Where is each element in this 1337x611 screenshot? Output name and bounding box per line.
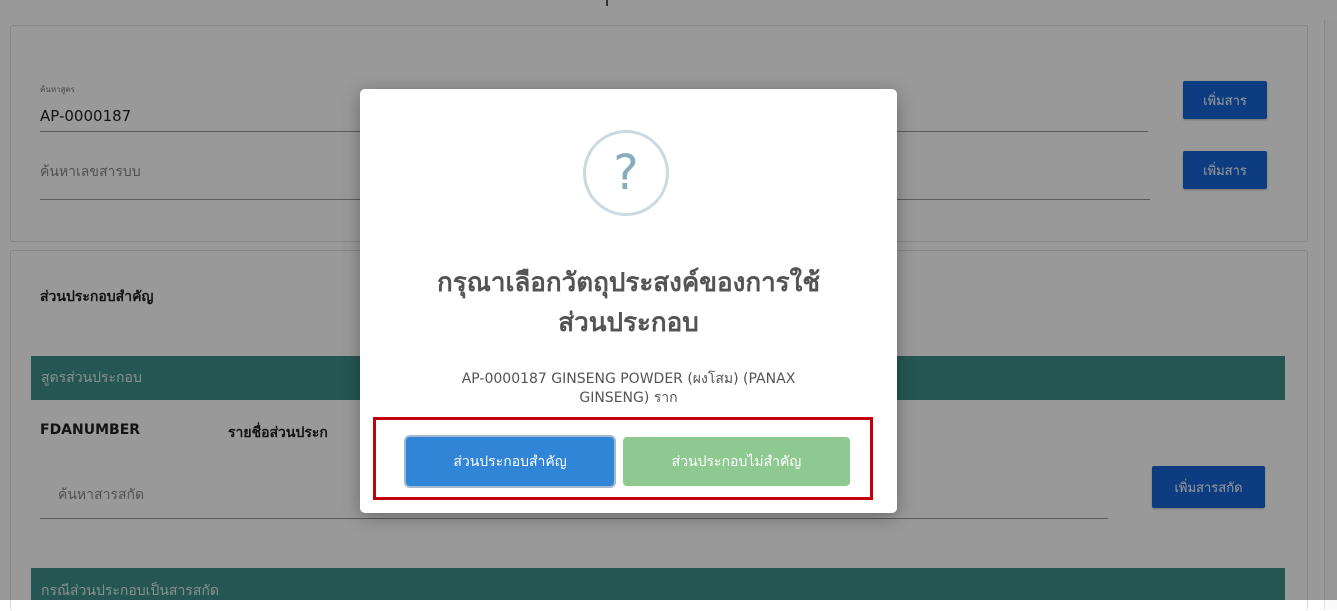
important-ingredient-button[interactable]: ส่วนประกอบสำคัญ: [406, 437, 614, 486]
non-important-ingredient-button[interactable]: ส่วนประกอบไม่สำคัญ: [623, 437, 850, 486]
dialog-text-line1: AP-0000187 GINSENG POWDER (ผงโสม) (PANAX: [461, 371, 796, 387]
dialog-text-line2: GINSENG) ราก: [579, 390, 678, 406]
dialog-title-line1: กรุณาเลือกวัตถุประสงค์ของการใช้: [437, 268, 820, 298]
dialog-text: AP-0000187 GINSENG POWDER (ผงโสม) (PANAX…: [360, 370, 897, 408]
dialog-title: กรุณาเลือกวัตถุประสงค์ของการใช้ ส่วนประก…: [360, 263, 897, 343]
question-icon: ?: [583, 130, 669, 216]
dialog-title-line2: ส่วนประกอบ: [558, 308, 699, 338]
